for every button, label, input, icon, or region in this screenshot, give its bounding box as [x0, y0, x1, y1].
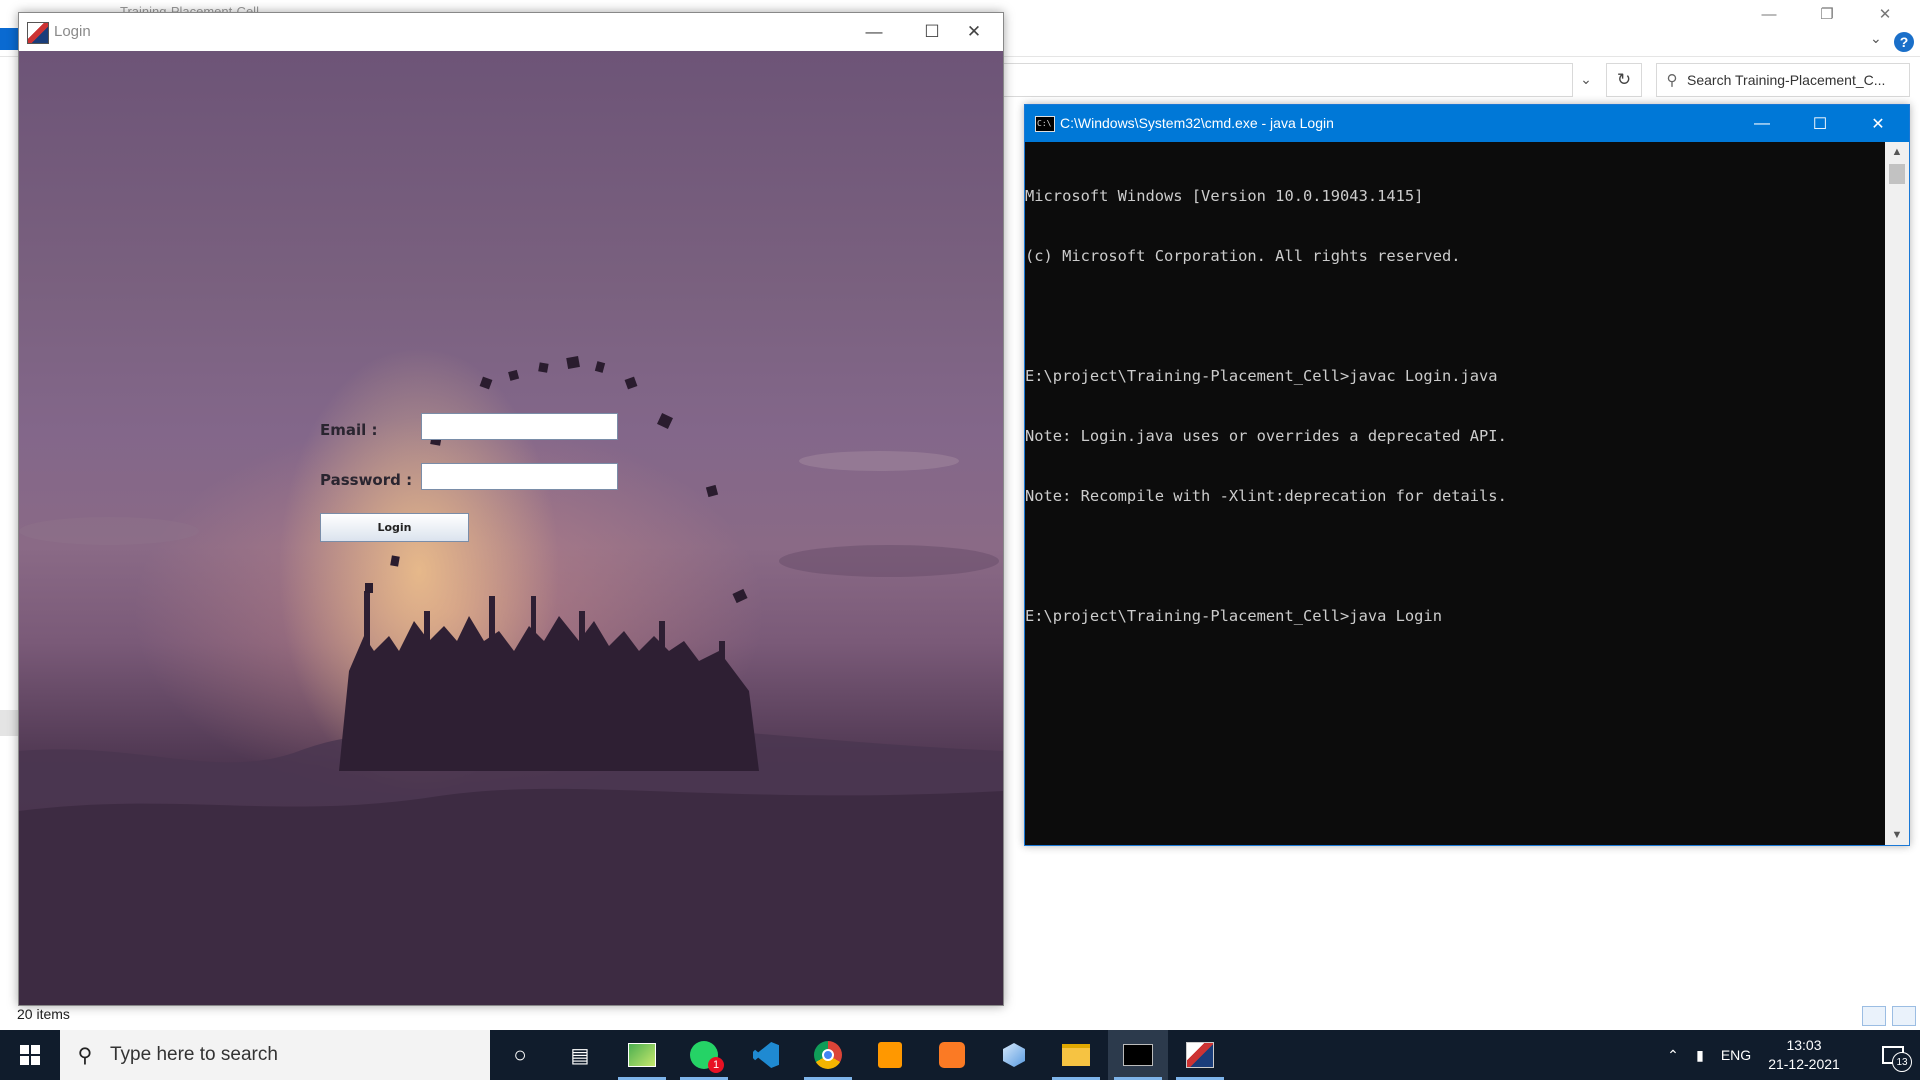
email-label: Email :: [320, 421, 378, 439]
input-language-indicator[interactable]: ENG: [1714, 1047, 1758, 1063]
scroll-up-icon[interactable]: ▲: [1885, 142, 1909, 162]
taskbar-search-placeholder: Type here to search: [110, 1044, 278, 1065]
task-view-icon[interactable]: ▤: [550, 1030, 610, 1080]
details-view-button[interactable]: [1862, 1006, 1886, 1026]
action-center-button[interactable]: 13: [1866, 1030, 1920, 1080]
view-toggle-group: [1862, 1006, 1916, 1026]
file-explorer-icon[interactable]: [1046, 1030, 1106, 1080]
java-app-icon: [27, 22, 49, 44]
whatsapp-icon[interactable]: 1: [674, 1030, 734, 1080]
clock[interactable]: 13:03 21-12-2021: [1754, 1036, 1854, 1074]
java-icon[interactable]: [1170, 1030, 1230, 1080]
login-title-bar: Login — ☐ ✕: [19, 13, 1003, 51]
battery-icon[interactable]: ▮: [1686, 1047, 1714, 1064]
search-icon: ⚲: [1666, 72, 1678, 89]
show-hidden-icons-chevron-icon[interactable]: ⌃: [1660, 1047, 1686, 1064]
console-line: Note: Recompile with -Xlint:deprecation …: [1025, 487, 1507, 505]
login-minimize-button[interactable]: —: [845, 13, 903, 51]
scroll-down-icon[interactable]: ▼: [1885, 825, 1909, 845]
taskbar: ⚲ Type here to search ○ ▤ 1 ⌃ ▮ ENG 13:0…: [0, 1030, 1920, 1080]
graduation-background-image: Email : Password : Login: [19, 51, 1003, 1005]
start-button[interactable]: [0, 1030, 60, 1080]
help-icon[interactable]: ?: [1894, 32, 1914, 52]
navigation-pane-edge: [0, 710, 18, 736]
sublime-text-icon[interactable]: [860, 1030, 920, 1080]
login-close-button[interactable]: ✕: [945, 13, 1003, 51]
email-input[interactable]: [421, 413, 618, 440]
cmd-window: C:\ C:\Windows\System32\cmd.exe - java L…: [1024, 104, 1910, 846]
cmd-title-bar: C:\ C:\Windows\System32\cmd.exe - java L…: [1025, 105, 1909, 142]
windows-logo-icon: [20, 1045, 40, 1065]
console-line: (c) Microsoft Corporation. All rights re…: [1025, 247, 1461, 265]
cmd-window-title: C:\Windows\System32\cmd.exe - java Login: [1060, 115, 1334, 131]
system-tray: ⌃ ▮ ENG: [1660, 1030, 1758, 1080]
ribbon-collapse-icon[interactable]: ⌄: [1870, 30, 1882, 47]
cmd-taskbar-icon[interactable]: [1108, 1030, 1168, 1080]
address-history-chevron-icon[interactable]: ⌄: [1572, 63, 1600, 95]
explorer-search-placeholder: Search Training-Placement_C...: [1687, 72, 1886, 88]
large-icons-view-button[interactable]: [1892, 1006, 1916, 1026]
whatsapp-unread-badge: 1: [708, 1057, 724, 1073]
vscode-icon[interactable]: [736, 1030, 796, 1080]
explorer-file-tab[interactable]: [0, 28, 18, 50]
3d-box-icon[interactable]: [984, 1030, 1044, 1080]
explorer-item-count: 20 items: [17, 1006, 70, 1022]
explorer-restore-button[interactable]: ❐: [1798, 0, 1856, 28]
graduates-silhouette-scene: [19, 356, 1003, 1005]
explorer-close-button[interactable]: ✕: [1856, 0, 1914, 28]
xampp-icon[interactable]: [922, 1030, 982, 1080]
cmd-icon: C:\: [1035, 116, 1055, 132]
search-icon: ⚲: [77, 1044, 93, 1067]
cmd-scrollbar[interactable]: ▲ ▼: [1885, 142, 1909, 845]
console-line: E:\project\Training-Placement_Cell>javac…: [1025, 367, 1498, 385]
chrome-icon[interactable]: [798, 1030, 858, 1080]
password-label: Password :: [320, 471, 413, 489]
scroll-thumb[interactable]: [1889, 164, 1905, 184]
console-line: Note: Login.java uses or overrides a dep…: [1025, 427, 1507, 445]
taskbar-search-box[interactable]: ⚲ Type here to search: [60, 1030, 490, 1080]
console-line: Microsoft Windows [Version 10.0.19043.14…: [1025, 187, 1424, 205]
cortana-icon[interactable]: ○: [490, 1030, 550, 1080]
login-window-title: Login: [54, 23, 91, 40]
cmd-close-button[interactable]: ✕: [1849, 105, 1907, 142]
cmd-console-output[interactable]: Microsoft Windows [Version 10.0.19043.14…: [1025, 142, 1885, 845]
explorer-search-input[interactable]: ⚲ Search Training-Placement_C...: [1656, 63, 1910, 97]
address-bar[interactable]: [1002, 63, 1573, 97]
explorer-minimize-button[interactable]: —: [1740, 0, 1798, 28]
console-line: E:\project\Training-Placement_Cell>java …: [1025, 607, 1442, 625]
cmd-maximize-button[interactable]: ☐: [1791, 105, 1849, 142]
refresh-button[interactable]: ↻: [1606, 63, 1642, 97]
login-window: Login — ☐ ✕ Email: Password: Login: [18, 12, 1004, 1006]
image-editor-icon[interactable]: [612, 1030, 672, 1080]
login-button[interactable]: Login: [320, 513, 469, 542]
clock-date: 21-12-2021: [1768, 1056, 1840, 1072]
cmd-minimize-button[interactable]: —: [1733, 105, 1791, 142]
notification-count-badge: 13: [1892, 1052, 1912, 1072]
password-input[interactable]: [421, 463, 618, 490]
clock-time: 13:03: [1786, 1037, 1822, 1053]
